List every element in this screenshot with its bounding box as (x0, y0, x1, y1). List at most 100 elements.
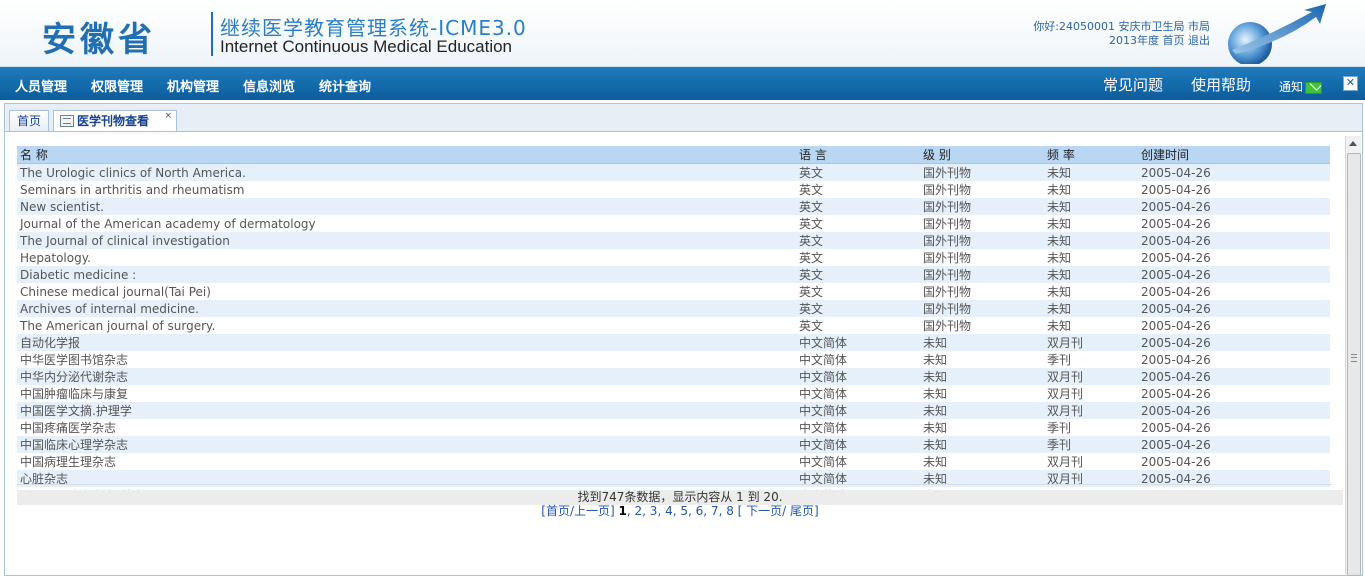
cell-level: 未知 (920, 419, 1044, 436)
cell-name: 中华内分泌代谢杂志 (17, 368, 796, 385)
faq-link[interactable]: 常见问题 (1103, 74, 1163, 95)
nav-item-info-browse[interactable]: 信息浏览 (243, 76, 295, 95)
cell-name: 中国临床心理学杂志 (17, 436, 796, 453)
pager-page-link[interactable]: 4 (665, 504, 673, 518)
cell-created: 2005-04-26 (1138, 453, 1330, 470)
cell-frequency: 未知 (1044, 300, 1138, 317)
pager-next-last[interactable]: [ 下一页/ 尾页] (738, 504, 819, 518)
table-row[interactable]: The American journal of surgery. 英文 国外刊物 未知… (17, 317, 1330, 334)
cell-level: 未知 (920, 368, 1044, 385)
cell-level: 国外刊物 (920, 163, 1044, 181)
pager-page-link[interactable]: 2 (635, 504, 643, 518)
cell-level: 未知 (920, 351, 1044, 368)
cell-language: 英文 (796, 249, 920, 266)
pager-page-link[interactable]: 3 (650, 504, 658, 518)
table-row[interactable]: 自动化学报 中文简体 未知 双月刊 2005-04-26 (17, 334, 1330, 351)
cell-frequency: 未知 (1044, 266, 1138, 283)
cell-language: 英文 (796, 317, 920, 334)
cell-created: 2005-04-26 (1138, 300, 1330, 317)
cell-created: 2005-04-26 (1138, 181, 1330, 198)
cell-frequency: 未知 (1044, 249, 1138, 266)
pager-first-prev[interactable]: [首页/上一页] (541, 504, 614, 518)
column-header-name[interactable]: 名 称 (17, 146, 796, 164)
table-row[interactable]: Journal of the American academy of derma… (17, 215, 1330, 232)
pager-page-link[interactable]: 7 (711, 504, 719, 518)
table-divider (17, 484, 1332, 485)
cell-created: 2005-04-26 (1138, 351, 1330, 368)
journal-table: 名 称 语 言 级 别 频 率 创建时间 The Urologic clinic… (17, 146, 1332, 504)
nav-item-personnel[interactable]: 人员管理 (15, 76, 67, 95)
table-row[interactable]: 中国医学文摘.护理学 中文简体 未知 双月刊 2005-04-26 (17, 402, 1330, 419)
column-header-frequency[interactable]: 频 率 (1044, 146, 1138, 164)
table-row[interactable]: 中国疼痛医学杂志 中文简体 未知 季刊 2005-04-26 (17, 419, 1330, 436)
cell-level: 国外刊物 (920, 317, 1044, 334)
table-row[interactable]: 中国临床心理学杂志 中文简体 未知 季刊 2005-04-26 (17, 436, 1330, 453)
cell-frequency: 双月刊 (1044, 402, 1138, 419)
table-row[interactable]: Chinese medical journal(Tai Pei) 英文 国外刊物 未知… (17, 283, 1330, 300)
table-row[interactable]: 中华内分泌代谢杂志 中文简体 未知 双月刊 2005-04-26 (17, 368, 1330, 385)
cell-name: 中华医学图书馆杂志 (17, 351, 796, 368)
cell-level: 国外刊物 (920, 266, 1044, 283)
cell-level: 国外刊物 (920, 215, 1044, 232)
cell-language: 中文简体 (796, 453, 920, 470)
app-header: 安徽省 继续医学教育管理系统-ICME3.0 Internet Continuo… (0, 0, 1365, 67)
logout-link[interactable]: 退出 (1188, 34, 1210, 47)
cell-frequency: 未知 (1044, 283, 1138, 300)
help-link[interactable]: 使用帮助 (1191, 74, 1251, 95)
table-row[interactable]: Hepatology. 英文 国外刊物 未知 2005-04-26 (17, 249, 1330, 266)
column-header-language[interactable]: 语 言 (796, 146, 920, 164)
table-row[interactable]: 中国病理生理杂志 中文简体 未知 双月刊 2005-04-26 (17, 453, 1330, 470)
cell-frequency: 未知 (1044, 198, 1138, 215)
pager-current-page: 1 (618, 504, 627, 518)
cell-name: The Urologic clinics of North America. (17, 163, 796, 181)
tab-close-icon[interactable]: × (164, 112, 172, 121)
column-header-level[interactable]: 级 别 (920, 146, 1044, 164)
scroll-up-arrow-icon[interactable] (1349, 141, 1357, 146)
cell-created: 2005-04-26 (1138, 317, 1330, 334)
notice-link[interactable]: 通知 (1279, 78, 1323, 95)
tab-home[interactable]: 首页 (9, 110, 49, 132)
cell-created: 2005-04-26 (1138, 436, 1330, 453)
table-row[interactable]: The Journal of clinical investigation 英文国… (17, 232, 1330, 249)
mail-icon (1305, 81, 1323, 94)
cell-language: 英文 (796, 215, 920, 232)
pager-page-link[interactable]: 5 (680, 504, 688, 518)
pager-page-link[interactable]: 6 (696, 504, 704, 518)
cell-frequency: 季刊 (1044, 351, 1138, 368)
table-row[interactable]: 中华医学图书馆杂志 中文简体 未知 季刊 2005-04-26 (17, 351, 1330, 368)
cell-name: The Journal of clinical investigation (17, 232, 796, 249)
cell-level: 国外刊物 (920, 232, 1044, 249)
table-header-row: 名 称 语 言 级 别 频 率 创建时间 (17, 146, 1330, 164)
cell-language: 中文简体 (796, 436, 920, 453)
cell-frequency: 未知 (1044, 181, 1138, 198)
column-header-created[interactable]: 创建时间 (1138, 146, 1330, 164)
table-row[interactable]: The Urologic clinics of North America. 英文… (17, 163, 1330, 181)
main-nav: 人员管理 权限管理 机构管理 信息浏览 统计查询 常见问题 使用帮助 通知 (0, 67, 1365, 100)
nav-item-permissions[interactable]: 权限管理 (91, 76, 143, 95)
cell-level: 未知 (920, 453, 1044, 470)
cell-frequency: 季刊 (1044, 419, 1138, 436)
cell-language: 中文简体 (796, 402, 920, 419)
table-row[interactable]: Seminars in arthritis and rheumatism 英文 国外… (17, 181, 1330, 198)
nav-item-statistics[interactable]: 统计查询 (319, 76, 371, 95)
cell-frequency: 双月刊 (1044, 368, 1138, 385)
user-info: 你好:24050001 安庆市卫生局 市局 2013年度 首页 退出 (1033, 20, 1210, 48)
document-icon (60, 114, 74, 127)
tab-journal-view[interactable]: 医学刊物查看 × (53, 110, 177, 133)
close-panel-button[interactable]: ✕ (1343, 76, 1358, 91)
cell-created: 2005-04-26 (1138, 334, 1330, 351)
cell-created: 2005-04-26 (1138, 215, 1330, 232)
table-row[interactable]: Diabetic medicine : 英文 国外刊物 未知 2005-04-26 (17, 266, 1330, 283)
nav-item-institutions[interactable]: 机构管理 (167, 76, 219, 95)
table-row[interactable]: New scientist. 英文 国外刊物 未知 2005-04-26 (17, 198, 1330, 215)
scrollbar-thumb[interactable] (1347, 153, 1361, 576)
table-row[interactable]: 中国肿瘤临床与康复 中文简体 未知 双月刊 2005-04-26 (17, 385, 1330, 402)
table-row[interactable]: Archives of internal medicine. 英文 国外刊物 未知 20… (17, 300, 1330, 317)
cell-name: Archives of internal medicine. (17, 300, 796, 317)
cell-frequency: 未知 (1044, 232, 1138, 249)
cell-created: 2005-04-26 (1138, 402, 1330, 419)
home-link[interactable]: 首页 (1163, 34, 1185, 47)
vertical-scrollbar[interactable] (1345, 136, 1361, 576)
pager-page-link[interactable]: 8 (726, 504, 734, 518)
cell-language: 英文 (796, 198, 920, 215)
